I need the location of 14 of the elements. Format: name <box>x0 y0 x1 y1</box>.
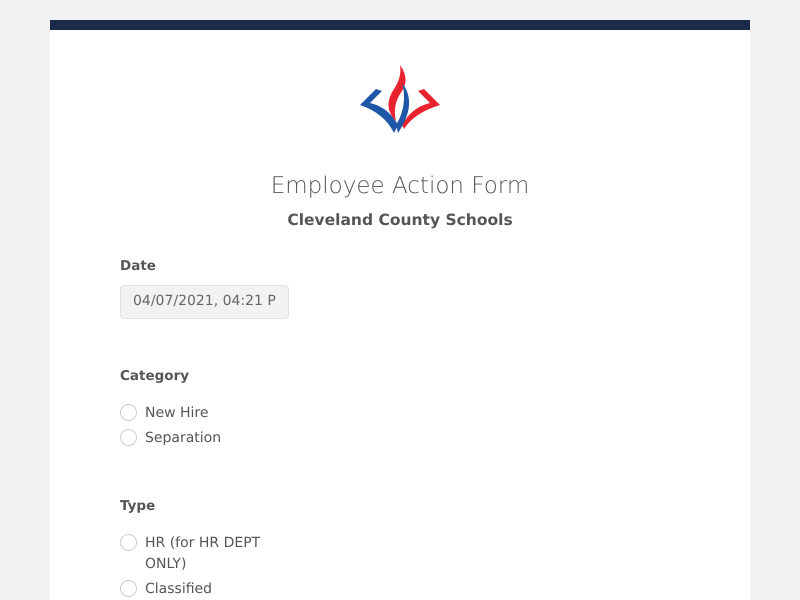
field-label: Date <box>120 256 156 276</box>
field-label: Category <box>120 366 190 386</box>
radio-button[interactable] <box>120 404 137 421</box>
option-label[interactable]: Separation <box>145 428 222 449</box>
form-subtitle: Cleveland County Schools <box>286 210 514 231</box>
radio-button[interactable] <box>120 580 137 597</box>
option-label[interactable]: HR (for HR DEPT ONLY) <box>145 532 280 575</box>
option-label[interactable]: New Hire <box>145 402 208 424</box>
radio-button[interactable] <box>120 428 137 446</box>
option-label[interactable]: Classified <box>145 578 212 600</box>
field-label: Type <box>120 496 156 516</box>
date-field[interactable]: 04/07/2021, 04:21 P <box>120 284 289 319</box>
radio-button[interactable] <box>120 534 137 551</box>
form-title: Employee Action Form <box>270 173 530 201</box>
